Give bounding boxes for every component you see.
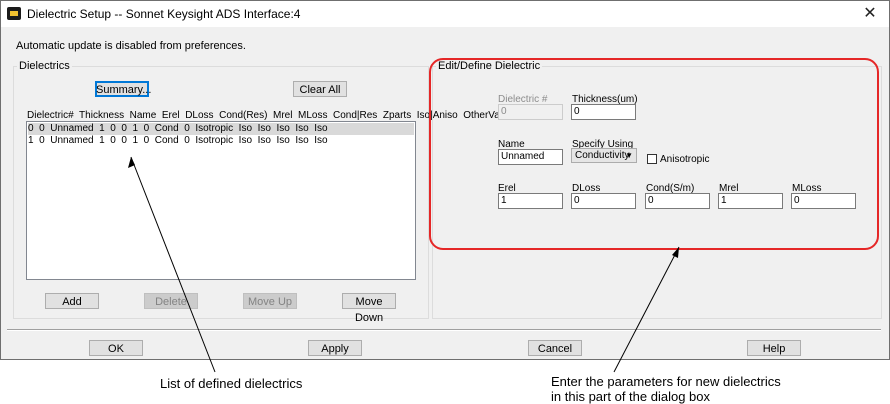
- callout-arrows: [128, 156, 680, 373]
- right-callout-text-line2: in this part of the dialog box: [551, 389, 710, 404]
- right-callout-arrowhead: [672, 247, 679, 258]
- left-callout-arrowhead: [128, 157, 135, 168]
- left-callout-arrow: [130, 156, 216, 373]
- left-callout-text: List of defined dielectrics: [160, 376, 303, 391]
- right-callout-text-line1: Enter the parameters for new dielectrics: [551, 374, 781, 389]
- right-callout-arrow: [613, 246, 680, 373]
